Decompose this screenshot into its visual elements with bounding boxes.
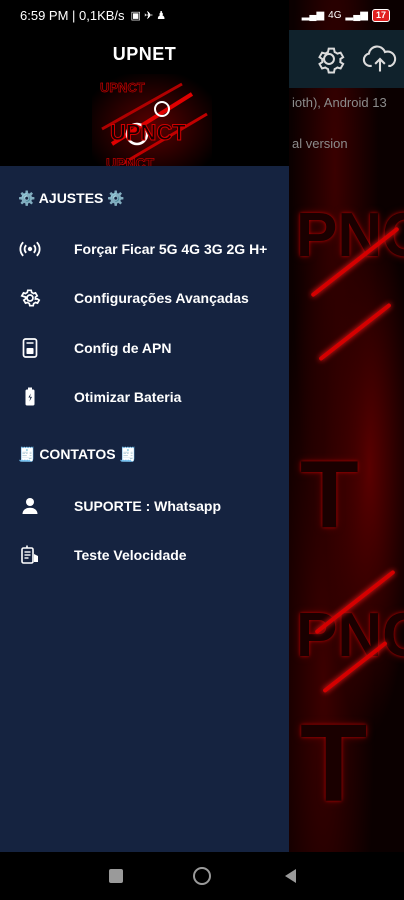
menu-item-apn-config[interactable]: Config de APN (0, 328, 289, 368)
background-logo-letter: PNCT (296, 601, 404, 670)
section-header-contatos: 🧾 CONTATOS 🧾 (18, 446, 137, 462)
upnet-logo: UPNCT UPNCT UPNCT (92, 74, 212, 166)
home-button[interactable] (178, 852, 226, 900)
recents-button[interactable] (92, 852, 140, 900)
menu-item-optimize-battery[interactable]: Otimizar Bateria (0, 377, 289, 417)
notification-icons: ▣ ✈ ♟ (130, 9, 167, 22)
battery-indicator: 17 (371, 8, 390, 22)
background-logo-letter: T (300, 441, 359, 548)
menu-item-label: SUPORTE : Whatsapp (74, 498, 222, 514)
person-icon (18, 494, 42, 518)
navigation-drawer: ⚙️ AJUSTES ⚙️ Forçar Ficar 5G 4G 3G 2G H… (0, 166, 289, 852)
svg-text:UPNCT: UPNCT (106, 155, 155, 166)
broadcast-icon (18, 237, 42, 261)
network-type: 4G (328, 9, 342, 21)
background-logo-letter: T (300, 702, 368, 825)
gear-icon (18, 286, 42, 310)
svg-text:UPNCT: UPNCT (110, 120, 186, 145)
speedtest-icon (18, 543, 42, 567)
back-button[interactable] (266, 852, 314, 900)
section-header-ajustes: ⚙️ AJUSTES ⚙️ (18, 190, 125, 206)
drawer-header: UPNET UPNCT UPNCT UPNCT (0, 30, 289, 166)
menu-item-force-network[interactable]: Forçar Ficar 5G 4G 3G 2G H+ (0, 229, 289, 269)
signal-icon: ▂▄▆ (345, 9, 368, 21)
triangle-back-icon (285, 869, 296, 883)
signal-icon: ▂▄▆ (301, 9, 325, 21)
menu-item-label: Config de APN (74, 340, 172, 356)
background-text-line: ioth), Android 13 (292, 95, 387, 110)
menu-item-advanced-settings[interactable]: Configurações Avançadas (0, 278, 289, 318)
menu-item-support-whatsapp[interactable]: SUPORTE : Whatsapp (0, 486, 289, 526)
status-time: 6:59 PM | 0,1KB/s (20, 7, 125, 23)
drawer-title: UPNET (112, 44, 177, 64)
circle-icon (193, 867, 211, 885)
menu-item-label: Teste Velocidade (74, 547, 187, 563)
system-navigation-bar (0, 852, 404, 900)
gear-icon[interactable] (312, 42, 346, 76)
cloud-upload-icon[interactable] (362, 42, 397, 76)
menu-item-label: Forçar Ficar 5G 4G 3G 2G H+ (74, 241, 268, 257)
square-icon (109, 869, 123, 883)
svg-text:UPNCT: UPNCT (100, 80, 145, 95)
battery-icon (18, 385, 42, 409)
menu-item-label: Configurações Avançadas (74, 290, 249, 306)
status-bar: 6:59 PM | 0,1KB/s ▣ ✈ ♟ ▂▄▆ 4G ▂▄▆ 17 (0, 0, 404, 30)
background-text-line: al version (292, 136, 348, 151)
menu-item-speed-test[interactable]: Teste Velocidade (0, 535, 289, 575)
sim-card-icon (18, 336, 42, 360)
menu-item-label: Otimizar Bateria (74, 389, 182, 405)
